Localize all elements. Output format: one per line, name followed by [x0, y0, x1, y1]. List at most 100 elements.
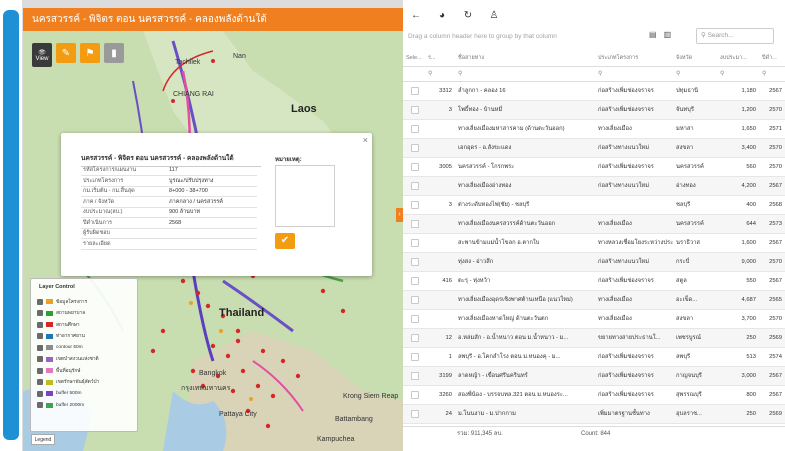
map-panel[interactable]: นครสวรรค์ - พิจิตร ตอน นครสวรรค์ - คลองพ… [23, 8, 403, 451]
column-header[interactable]: ชื่อสายทาง [455, 51, 595, 66]
clear-button[interactable]: ▮ [104, 43, 124, 63]
table-row[interactable]: 3 ต่างระดับทองไฟ(ชัย) - ชลบุรี ชลบุรี 400 25… [403, 196, 785, 215]
column-filter-search-icon[interactable]: ⚲ [673, 68, 717, 81]
column-header[interactable]: จังหวัด [673, 51, 717, 66]
table-row[interactable]: ทางเลี่ยงเมืองนครสวรรค์ด้านตะวันออก ทางเล… [403, 215, 785, 234]
layer-toggle-item[interactable]: พื้นที่อนุรักษ์ [37, 365, 80, 376]
table-row[interactable]: สะพานข้ามแม่น้ำโขลก อ.ตากใบ ทางหลวงเชื่อม… [403, 234, 785, 253]
layer-toggle-item[interactable]: contour 50m [37, 342, 83, 353]
column-filter-search-icon[interactable]: ⚲ [455, 68, 595, 81]
legend-button[interactable]: Legend [31, 434, 55, 445]
row-select-checkbox[interactable] [411, 277, 419, 285]
layer-swatch [46, 310, 53, 316]
checkbox-icon[interactable] [37, 333, 43, 339]
row-select-checkbox[interactable] [411, 391, 419, 399]
table-row[interactable]: 3260 สองพี่น้อง - บรรจบทล.321 ตอน ม.หนองร… [403, 386, 785, 405]
popup-note-textarea[interactable] [275, 165, 335, 227]
row-select-checkbox[interactable] [411, 106, 419, 114]
table-row[interactable]: 12 อ.หล่มสัก - อ.น้ำหนาว ตอน ม.น้ำหนาว - … [403, 329, 785, 348]
table-cell-id: 24 [445, 411, 452, 417]
table-row[interactable]: 3 โพธิ์ทอง - บ้านหมี่ ก่อสร้างเพิ่มช่องจรา… [403, 101, 785, 120]
row-select-checkbox[interactable] [411, 410, 419, 418]
column-header[interactable]: Sele... [403, 51, 425, 66]
layer-swatch [46, 391, 53, 396]
popup-attribute-value: 2568 [167, 217, 257, 229]
checkbox-icon[interactable] [37, 379, 43, 385]
table-row[interactable]: 3005 นครสวรรค์ - โกรกพระ ก่อสร้างเพิ่มช่อง… [403, 158, 785, 177]
draw-button[interactable]: ✎ [56, 43, 76, 63]
table-cell-id: 3199 [439, 373, 452, 379]
layer-toggle-item[interactable]: ท่าอากาศยาน [37, 331, 85, 342]
layer-toggle-item[interactable]: เขตป่าสงวนแห่งชาติ [37, 354, 99, 365]
table-row[interactable]: ทางเลี่ยงเมืองหาดใหญ่ ด้านตะวันตก ทางเลี่… [403, 310, 785, 329]
table-cell-type [595, 196, 673, 215]
layer-toggle-item[interactable]: buffer 2000m [37, 400, 84, 411]
popup-attribute-row: รหัสโครงการ/แผนงาน 117 [81, 165, 257, 176]
column-filter-search-icon[interactable]: ⚲ [759, 68, 785, 81]
grid-search-input[interactable]: ⚲ Search... [696, 28, 774, 44]
checkbox-icon[interactable] [37, 344, 43, 351]
layer-toggle-item[interactable]: ข้อมูลโครงการ [37, 296, 87, 307]
column-filter-search-icon[interactable]: ⚲ [717, 68, 759, 81]
row-select-checkbox[interactable] [411, 258, 419, 266]
row-select-checkbox[interactable] [411, 220, 419, 228]
table-cell-year: 2569 [769, 411, 782, 417]
checkbox-icon[interactable] [37, 298, 43, 305]
table-row[interactable]: 416 ตะรุ - ทุ่งหว้า ก่อสร้างเพิ่มช่องจราจร… [403, 272, 785, 291]
refresh-icon[interactable]: ↻ [461, 10, 475, 21]
table-row[interactable]: ทางเลี่ยงเมืองอุดรเชิงพาศต้านเหนือ (แนวใ… [403, 291, 785, 310]
column-header[interactable]: งบประมา... [717, 51, 759, 66]
checkbox-icon[interactable] [37, 356, 43, 362]
column-filter-search-icon[interactable]: ⚲ [425, 68, 455, 81]
table-row[interactable]: ทุ่งสง - อ่าวลึก ก่อสร้างทางแนวใหม่ กระบี่… [403, 253, 785, 272]
table-cell-budget: 513 [746, 354, 756, 360]
panel-splitter-handle[interactable]: › [396, 208, 403, 222]
table-row[interactable]: 24 ม.โนนงาม - ม.ปากกาม เพิ่มมาตรฐานชั้นทาง… [403, 405, 785, 424]
table-row[interactable]: 1 ลพบุรี - อ.โคกสำโรง ตอน ม.หนองคุ - ม...… [403, 348, 785, 367]
view-button[interactable]: 👁 View [32, 43, 52, 67]
column-header[interactable]: ประเภทโครงการ [595, 51, 673, 66]
checkbox-icon[interactable] [37, 390, 43, 397]
checkbox-icon[interactable] [37, 321, 43, 328]
layer-toggle-item[interactable]: เขตรักษาพันธุ์สัตว์ป่า [37, 377, 99, 388]
checkbox-icon[interactable] [37, 367, 43, 374]
table-row[interactable]: เอกอุดร - อ.สังขะแดง ก่อสร้างทางแนวใหม่ สง… [403, 139, 785, 158]
popup-attribute-row: กม.เริ่มต้น - กม.สิ้นสุด 8+000 - 38+700 [81, 186, 257, 197]
row-select-checkbox[interactable] [411, 296, 419, 304]
table-row[interactable]: 3199 ลาดหญ้า - เขื่อนศรีนครินทร์ ก่อสร้างเ… [403, 367, 785, 386]
layers-icon[interactable]: ◕ [435, 10, 449, 21]
table-cell-type: ก่อสร้างเพิ่มช่องจราจร [598, 164, 654, 170]
column-header[interactable]: ร... [425, 51, 455, 66]
layer-toggle-item[interactable]: สถานพยาบาล [37, 308, 85, 319]
user-icon[interactable]: ♙ [487, 10, 501, 21]
column-chooser-icon[interactable]: ▥ [664, 30, 672, 39]
layer-toggle-item[interactable]: สถานศึกษา [37, 319, 80, 330]
row-select-checkbox[interactable] [411, 334, 419, 342]
table-row[interactable]: ทางเลี่ยงเมืองอ่างทอง ก่อสร้างทางแนวใหม่ อ… [403, 177, 785, 196]
checkbox-icon[interactable] [37, 310, 43, 316]
group-by-hint[interactable]: Drag a column header here to group by th… [408, 33, 557, 40]
row-select-checkbox[interactable] [411, 87, 419, 95]
row-select-checkbox[interactable] [411, 315, 419, 323]
popup-confirm-button[interactable]: ✔ [275, 233, 295, 249]
row-select-checkbox[interactable] [411, 163, 419, 171]
popup-attribute-value: 117 [167, 165, 257, 176]
table-row[interactable]: ทางเลี่ยงเมืองมหาสารคาม (ด้านตะวันออก) ทา… [403, 120, 785, 139]
column-header[interactable]: ปีดำ... [759, 51, 785, 66]
column-filter-search-icon[interactable]: ⚲ [595, 68, 673, 81]
table-cell-type: ทางเลี่ยงเมือง [598, 316, 632, 322]
checkbox-icon[interactable] [37, 402, 43, 408]
export-icon[interactable]: ▤ [649, 30, 657, 39]
layer-toggle-item[interactable]: buffer 500m [37, 388, 82, 399]
row-select-checkbox[interactable] [411, 353, 419, 361]
row-select-checkbox[interactable] [411, 182, 419, 190]
close-icon[interactable]: × [363, 135, 368, 145]
row-select-checkbox[interactable] [411, 144, 419, 152]
row-select-checkbox[interactable] [411, 201, 419, 209]
row-select-checkbox[interactable] [411, 372, 419, 380]
row-select-checkbox[interactable] [411, 125, 419, 133]
row-select-checkbox[interactable] [411, 239, 419, 247]
marker-button[interactable]: ⚑ [80, 43, 100, 63]
back-arrow-icon[interactable]: ← [409, 10, 423, 21]
table-row[interactable]: 3312 ลำลูกกา - คลอง 16 ก่อสร้างเพิ่มช่องจร… [403, 82, 785, 101]
